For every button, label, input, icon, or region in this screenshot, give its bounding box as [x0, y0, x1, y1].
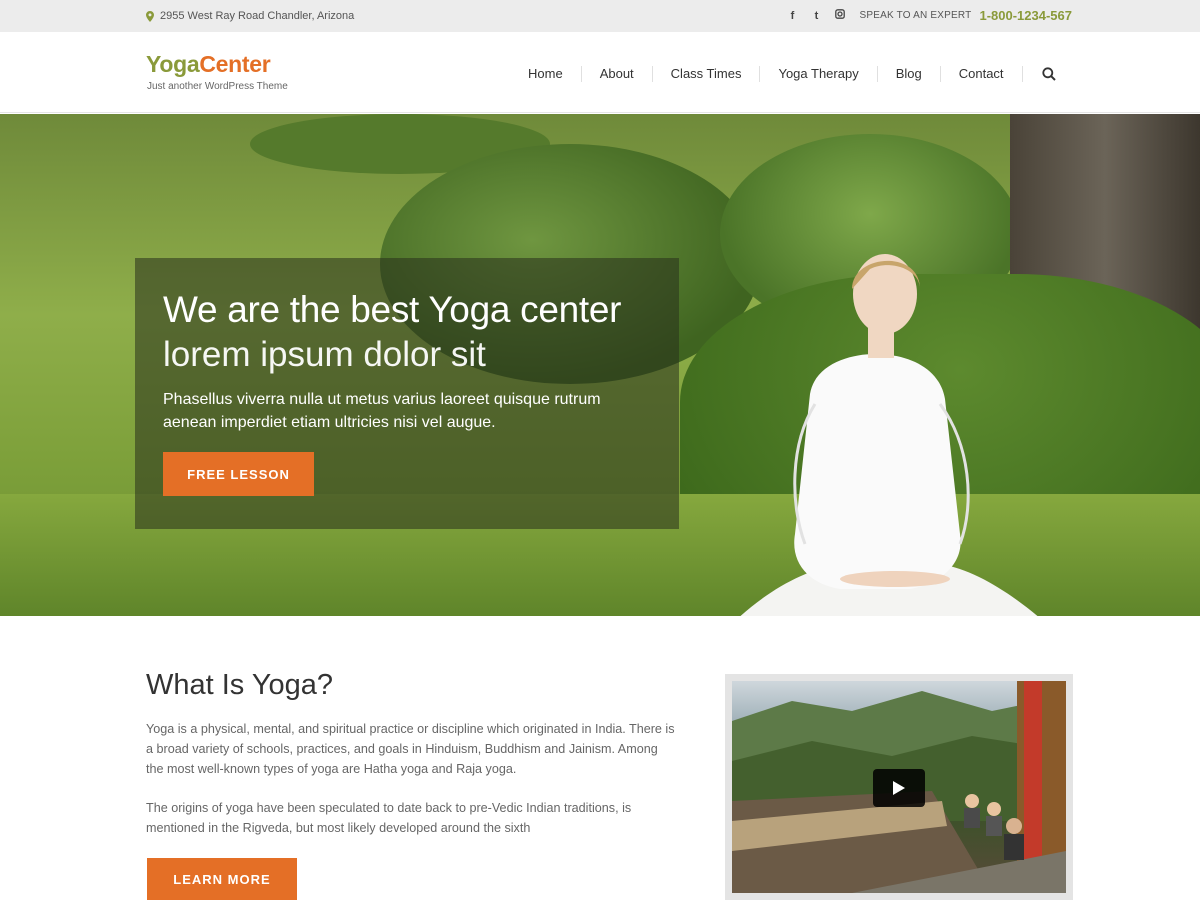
social-links: f t: [787, 9, 846, 22]
logo-yoga: Yoga: [146, 51, 200, 77]
address: 2955 West Ray Road Chandler, Arizona: [146, 10, 354, 22]
about-section: What Is Yoga? Yoga is a physical, mental…: [0, 616, 1200, 900]
nav-about[interactable]: About: [582, 66, 653, 82]
facebook-icon[interactable]: f: [787, 10, 797, 22]
speak-label: SPEAK TO AN EXPERT: [859, 10, 972, 21]
nav-class-times[interactable]: Class Times: [653, 66, 761, 82]
search-icon[interactable]: [1041, 66, 1057, 82]
instagram-icon[interactable]: [835, 9, 846, 22]
play-icon: [893, 781, 905, 795]
main-nav: Home About Class Times Yoga Therapy Blog…: [510, 66, 1057, 82]
site-tagline: Just another WordPress Theme: [147, 81, 288, 92]
top-bar: 2955 West Ray Road Chandler, Arizona f t…: [0, 0, 1200, 32]
twitter-icon[interactable]: t: [811, 10, 821, 22]
nav-blog[interactable]: Blog: [878, 66, 941, 82]
hero-banner: We are the best Yoga center lorem ipsum …: [0, 114, 1200, 616]
map-pin-icon: [146, 10, 154, 22]
learn-more-button[interactable]: LEARN MORE: [147, 858, 297, 900]
play-button[interactable]: [873, 769, 925, 807]
address-text: 2955 West Ray Road Chandler, Arizona: [160, 10, 355, 22]
nav-contact[interactable]: Contact: [941, 66, 1023, 82]
video-thumbnail: [732, 681, 1066, 893]
phone-number[interactable]: 1-800-1234-567: [979, 8, 1072, 23]
meditating-woman-image: [740, 254, 1038, 616]
nav-yoga-therapy[interactable]: Yoga Therapy: [760, 66, 878, 82]
about-title: What Is Yoga?: [146, 669, 334, 701]
hero-subtitle: lorem ipsum dolor sit: [163, 335, 486, 374]
about-paragraph-1: Yoga is a physical, mental, and spiritua…: [146, 722, 675, 776]
nav-home[interactable]: Home: [510, 66, 582, 82]
site-header: YogaCenter Just another WordPress Theme …: [0, 32, 1200, 113]
video-player[interactable]: [725, 674, 1073, 900]
logo-center: Center: [199, 51, 271, 77]
hero-title: We are the best Yoga center: [163, 289, 622, 330]
about-paragraph-2: The origins of yoga have been speculated…: [146, 801, 632, 835]
site-logo[interactable]: YogaCenter: [146, 51, 271, 78]
free-lesson-button[interactable]: FREE LESSON: [163, 452, 314, 496]
hero-text: Phasellus viverra nulla ut metus varius …: [163, 391, 601, 431]
